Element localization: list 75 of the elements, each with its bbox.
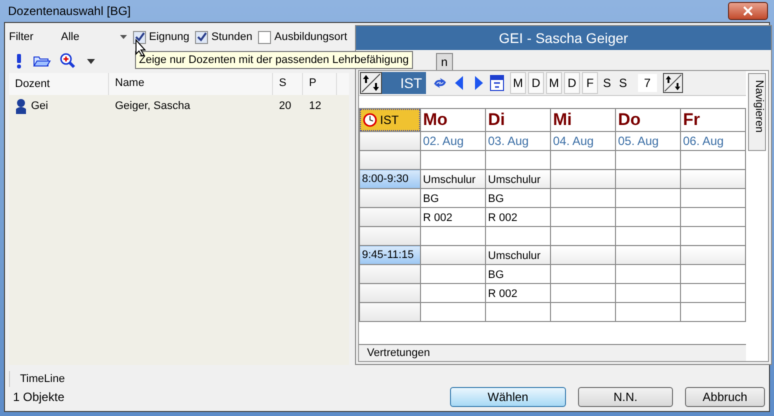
lesson-text: R 002 xyxy=(488,288,518,300)
lesson-text: Umschulur xyxy=(488,250,541,262)
weekday-toggle[interactable]: M xyxy=(546,72,562,94)
date-label: 04. Aug xyxy=(550,132,616,150)
column-header[interactable]: Dozent xyxy=(9,73,109,95)
mode-label: IST xyxy=(382,72,426,94)
person-icon xyxy=(15,98,27,114)
column-header[interactable]: Name xyxy=(109,73,273,95)
checkbox[interactable] xyxy=(133,30,146,44)
time-cell: 9:45-11:15 xyxy=(360,246,420,264)
date-label: 05. Aug xyxy=(616,132,680,150)
lesson-text: BG xyxy=(423,193,439,205)
caret-icon[interactable] xyxy=(87,58,95,64)
weekday-toggle[interactable]: M xyxy=(510,72,526,94)
column-header[interactable]: P xyxy=(303,73,337,95)
table-cell-text: 12 xyxy=(308,100,322,112)
weekday-toggle[interactable]: D xyxy=(564,72,580,94)
lesson-text: R 002 xyxy=(488,212,518,224)
checkbox[interactable] xyxy=(195,30,208,44)
day-header: Di xyxy=(486,108,550,132)
folder-icon[interactable] xyxy=(33,54,51,68)
checkmark-icon xyxy=(134,32,144,42)
weekday-toggle[interactable]: S xyxy=(600,73,614,93)
close-button[interactable] xyxy=(728,2,768,20)
lesson-text: BG xyxy=(488,193,504,205)
tab[interactable]: n xyxy=(436,53,453,70)
side-tab[interactable]: Navigieren xyxy=(748,73,766,151)
table-cell-text: 20 xyxy=(278,100,292,112)
tooltip: Zeige nur Dozenten mit der passenden Lehrbefähigung xyxy=(135,51,413,69)
dialog-button[interactable]: Abbruch xyxy=(685,387,765,407)
weekday-toggle[interactable]: S xyxy=(616,73,630,93)
right-arrow-icon[interactable] xyxy=(472,75,484,91)
checkbox[interactable] xyxy=(258,30,272,44)
caret-icon xyxy=(120,35,127,39)
day-count-field[interactable]: 7 xyxy=(638,74,657,92)
weekday-toggle[interactable]: F xyxy=(582,72,598,94)
status-label: IST xyxy=(380,112,400,128)
filter-dropdown[interactable]: Alle xyxy=(61,31,127,43)
time-cell: 8:00-9:30 xyxy=(360,170,420,188)
date-label: 06. Aug xyxy=(680,132,746,150)
lesson-text: R 002 xyxy=(423,212,452,224)
table-cell: Gei xyxy=(31,100,48,112)
calendar-icon[interactable] xyxy=(490,75,504,91)
checkbox-label[interactable]: Ausbildungsort xyxy=(274,31,348,43)
lesson-text: BG xyxy=(488,269,504,281)
sort-icon[interactable] xyxy=(360,72,382,94)
refresh-icon[interactable] xyxy=(432,77,448,89)
bottom-tab[interactable]: Vertretungen xyxy=(359,344,746,361)
weekday-toggle[interactable]: D xyxy=(528,72,544,94)
checkmark-icon xyxy=(196,32,207,42)
sort-icon[interactable] xyxy=(662,73,683,93)
lesson-text: Umschulur xyxy=(423,174,476,186)
dialog-button[interactable]: N.N. xyxy=(578,387,673,407)
day-header: Mi xyxy=(550,108,616,132)
column-header[interactable]: S xyxy=(273,73,303,95)
clock-icon xyxy=(363,113,377,127)
day-header: Mo xyxy=(420,108,486,132)
status-text: 1 Objekte xyxy=(13,390,64,404)
dialog-button[interactable]: Wählen xyxy=(450,387,566,407)
date-label: 02. Aug xyxy=(420,132,486,150)
left-arrow-icon[interactable] xyxy=(454,75,466,91)
detail-title: GEI - Sascha Geiger xyxy=(498,30,628,46)
checkbox-label[interactable]: Stunden xyxy=(211,31,252,43)
filter-label: Filter xyxy=(9,31,34,43)
lesson-text: Umschulur xyxy=(488,174,541,186)
day-header: Fr xyxy=(680,108,746,132)
window-title: Dozentenauswahl [BG] xyxy=(7,4,131,18)
bottom-tab[interactable]: TimeLine xyxy=(9,371,90,387)
table-cell-text: Geiger, Sascha xyxy=(114,100,192,112)
table-row[interactable]: Gei Geiger, Sascha 20 12 xyxy=(9,95,349,117)
mouse-cursor-icon xyxy=(135,39,147,57)
close-icon xyxy=(743,6,753,16)
date-label: 03. Aug xyxy=(486,132,550,150)
day-header: Do xyxy=(616,108,680,132)
checkbox-label[interactable]: Eignung xyxy=(149,31,190,43)
